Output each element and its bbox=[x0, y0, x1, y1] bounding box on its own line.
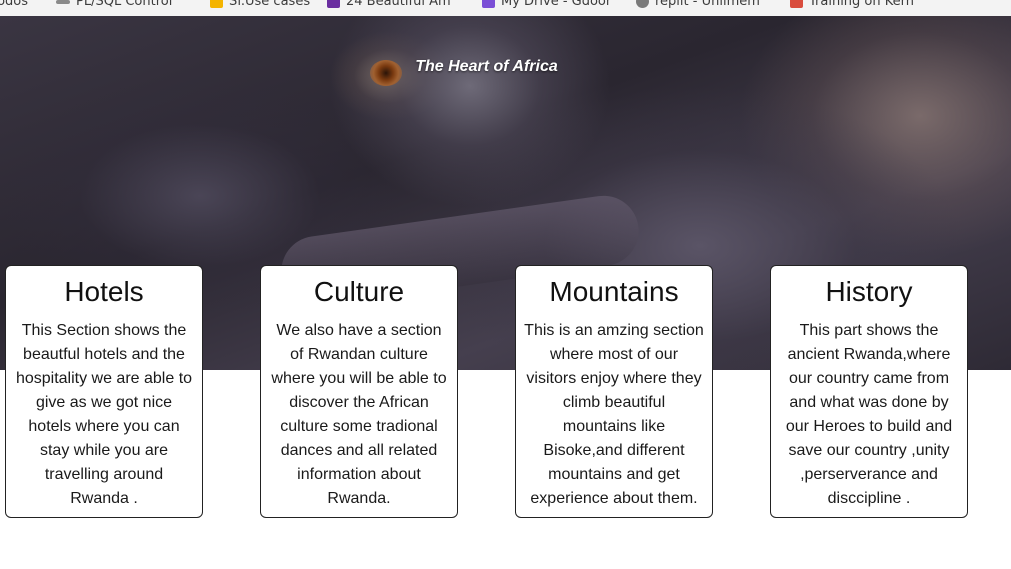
bookmarks-bar: todos PL/SQL Control Sf.Use cases 24 Bea… bbox=[0, 0, 1011, 17]
bookmark-use-cases[interactable]: Sf.Use cases bbox=[210, 0, 310, 9]
card-text: This part shows the ancient Rwanda,where… bbox=[785, 322, 953, 507]
card-title: Culture bbox=[313, 276, 405, 307]
card-title: Hotels bbox=[64, 276, 144, 307]
bookmark-label: replit - Unlimem bbox=[655, 0, 760, 9]
bookmark-todos[interactable]: todos bbox=[0, 0, 28, 9]
card-history: History This part shows the ancient Rwan… bbox=[770, 265, 968, 518]
bookmark-plsql[interactable]: PL/SQL Control bbox=[56, 0, 172, 9]
card-hotels: Hotels This Section shows the beautful h… bbox=[5, 265, 203, 518]
bookmark-label: Training on Kern bbox=[809, 0, 914, 9]
bookmark-label: todos bbox=[0, 0, 29, 9]
bookmark-icon bbox=[327, 0, 340, 8]
card-title: History bbox=[825, 276, 913, 307]
card-text: This Section shows the beautful hotels a… bbox=[15, 322, 193, 507]
bookmark-icon bbox=[790, 0, 803, 8]
bookmark-label: Sf.Use cases bbox=[229, 0, 311, 9]
bookmark-label: My Drive - Gdoor bbox=[501, 0, 612, 9]
drive-icon bbox=[482, 0, 495, 8]
hero-title: The Heart of Africa bbox=[415, 58, 558, 75]
bookmark-my-drive[interactable]: My Drive - Gdoor bbox=[482, 0, 611, 9]
card-text: This is an amzing section where most of … bbox=[524, 322, 704, 507]
bookmark-training[interactable]: Training on Kern bbox=[790, 0, 914, 9]
link-icon bbox=[56, 0, 70, 4]
bookmark-label: PL/SQL Control bbox=[76, 0, 173, 9]
bookmark-label: 24 Beautiful Am bbox=[346, 0, 451, 9]
bookmark-replit[interactable]: replit - Unlimem bbox=[636, 0, 760, 9]
globe-icon bbox=[636, 0, 649, 8]
bookmark-24-beautiful[interactable]: 24 Beautiful Am bbox=[327, 0, 451, 9]
card-title: Mountains bbox=[549, 276, 679, 307]
drive-icon bbox=[210, 0, 223, 8]
card-text: We also have a section of Rwandan cultur… bbox=[271, 322, 447, 507]
card-mountains: Mountains This is an amzing section wher… bbox=[515, 265, 713, 518]
card-culture: Culture We also have a section of Rwanda… bbox=[260, 265, 458, 518]
